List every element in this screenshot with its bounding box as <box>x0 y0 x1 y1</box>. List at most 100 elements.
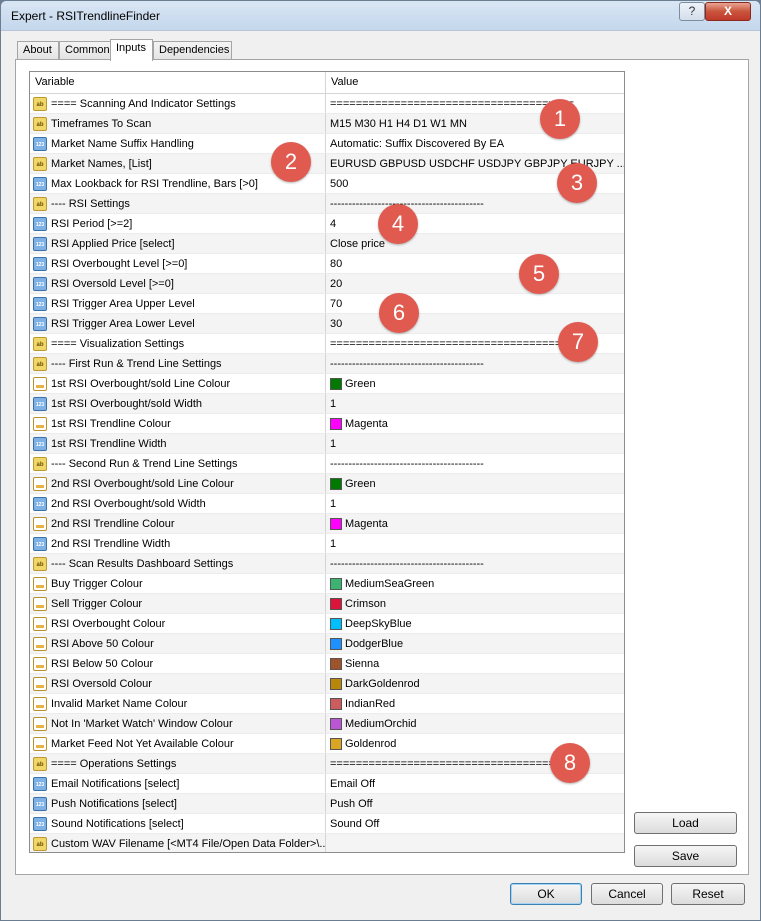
variable-cell[interactable]: Invalid Market Name Colour <box>30 694 326 713</box>
close-button[interactable]: X <box>705 2 751 21</box>
value-cell[interactable]: Crimson <box>326 594 624 613</box>
variable-cell[interactable]: 123 RSI Oversold Level [>=0] <box>30 274 326 293</box>
input-row[interactable]: 123 2nd RSI Trendline Width 1 <box>30 534 624 554</box>
variable-cell[interactable]: 123 1st RSI Trendline Width <box>30 434 326 453</box>
value-cell[interactable]: Sienna <box>326 654 624 673</box>
input-row[interactable]: 1st RSI Overbought/sold Line Colour Green <box>30 374 624 394</box>
value-cell[interactable]: Close price <box>326 234 624 253</box>
variable-cell[interactable]: 123 2nd RSI Overbought/sold Width <box>30 494 326 513</box>
value-cell[interactable]: DarkGoldenrod <box>326 674 624 693</box>
input-row[interactable]: 2nd RSI Overbought/sold Line Colour Green <box>30 474 624 494</box>
variable-cell[interactable]: ab ==== Scanning And Indicator Settings <box>30 94 326 113</box>
variable-cell[interactable]: 123 RSI Trigger Area Upper Level <box>30 294 326 313</box>
variable-cell[interactable]: 123 Sound Notifications [select] <box>30 814 326 833</box>
input-row[interactable]: 2nd RSI Trendline Colour Magenta <box>30 514 624 534</box>
variable-cell[interactable]: ab Custom WAV Filename [<MT4 File/Open Da… <box>30 834 326 852</box>
input-row[interactable]: RSI Below 50 Colour Sienna <box>30 654 624 674</box>
value-cell[interactable]: ----------------------------------------… <box>326 454 624 473</box>
reset-button[interactable]: Reset <box>671 883 745 905</box>
variable-cell[interactable]: 123 RSI Applied Price [select] <box>30 234 326 253</box>
value-cell[interactable]: ====================================== <box>326 94 624 113</box>
value-cell[interactable]: MediumOrchid <box>326 714 624 733</box>
variable-cell[interactable]: Sell Trigger Colour <box>30 594 326 613</box>
variable-cell[interactable]: RSI Below 50 Colour <box>30 654 326 673</box>
input-row[interactable]: Buy Trigger Colour MediumSeaGreen <box>30 574 624 594</box>
value-cell[interactable]: 1 <box>326 394 624 413</box>
variable-cell[interactable]: 123 1st RSI Overbought/sold Width <box>30 394 326 413</box>
variable-cell[interactable]: 2nd RSI Overbought/sold Line Colour <box>30 474 326 493</box>
variable-cell[interactable]: ab ---- Scan Results Dashboard Settings <box>30 554 326 573</box>
value-cell[interactable]: DeepSkyBlue <box>326 614 624 633</box>
tab-dependencies[interactable]: Dependencies <box>153 41 232 60</box>
input-row[interactable]: ab ---- Scan Results Dashboard Settings --… <box>30 554 624 574</box>
input-row[interactable]: 123 RSI Trigger Area Lower Level 30 <box>30 314 624 334</box>
input-row[interactable]: ab ---- First Run & Trend Line Settings --… <box>30 354 624 374</box>
variable-cell[interactable]: 1st RSI Trendline Colour <box>30 414 326 433</box>
variable-cell[interactable]: ab ---- First Run & Trend Line Settings <box>30 354 326 373</box>
variable-cell[interactable]: RSI Overbought Colour <box>30 614 326 633</box>
variable-cell[interactable]: 123 Push Notifications [select] <box>30 794 326 813</box>
input-row[interactable]: Not In 'Market Watch' Window Colour Mediu… <box>30 714 624 734</box>
input-row[interactable]: ab ---- RSI Settings ---------------------… <box>30 194 624 214</box>
value-cell[interactable]: Magenta <box>326 514 624 533</box>
input-row[interactable]: ab Market Names, [List] EURUSD GBPUSD USDC… <box>30 154 624 174</box>
input-row[interactable]: 123 Sound Notifications [select] Sound Off <box>30 814 624 834</box>
variable-cell[interactable]: RSI Oversold Colour <box>30 674 326 693</box>
input-row[interactable]: RSI Overbought Colour DeepSkyBlue <box>30 614 624 634</box>
value-cell[interactable]: Green <box>326 474 624 493</box>
input-row[interactable]: Sell Trigger Colour Crimson <box>30 594 624 614</box>
value-cell[interactable]: 4 <box>326 214 624 233</box>
input-row[interactable]: 123 Market Name Suffix Handling Automatic:… <box>30 134 624 154</box>
variable-cell[interactable]: ab ==== Operations Settings <box>30 754 326 773</box>
variable-cell[interactable]: ab ---- Second Run & Trend Line Settings <box>30 454 326 473</box>
input-row[interactable]: 123 Max Lookback for RSI Trendline, Bars … <box>30 174 624 194</box>
input-row[interactable]: RSI Above 50 Colour DodgerBlue <box>30 634 624 654</box>
value-cell[interactable]: Push Off <box>326 794 624 813</box>
variable-cell[interactable]: 1st RSI Overbought/sold Line Colour <box>30 374 326 393</box>
save-button[interactable]: Save <box>634 845 737 867</box>
value-cell[interactable]: Green <box>326 374 624 393</box>
value-cell[interactable]: MediumSeaGreen <box>326 574 624 593</box>
value-cell[interactable]: Sound Off <box>326 814 624 833</box>
variable-cell[interactable]: 123 RSI Overbought Level [>=0] <box>30 254 326 273</box>
value-cell[interactable]: DodgerBlue <box>326 634 624 653</box>
input-row[interactable]: ab ==== Scanning And Indicator Settings ==… <box>30 94 624 114</box>
variable-cell[interactable]: 2nd RSI Trendline Colour <box>30 514 326 533</box>
input-row[interactable]: RSI Oversold Colour DarkGoldenrod <box>30 674 624 694</box>
variable-cell[interactable]: ab Timeframes To Scan <box>30 114 326 133</box>
value-cell[interactable]: Automatic: Suffix Discovered By EA <box>326 134 624 153</box>
value-cell[interactable]: ----------------------------------------… <box>326 554 624 573</box>
input-row[interactable]: 1st RSI Trendline Colour Magenta <box>30 414 624 434</box>
value-cell[interactable]: 20 <box>326 274 624 293</box>
variable-cell[interactable]: 123 RSI Trigger Area Lower Level <box>30 314 326 333</box>
input-row[interactable]: 123 1st RSI Overbought/sold Width 1 <box>30 394 624 414</box>
value-cell[interactable]: 1 <box>326 434 624 453</box>
cancel-button[interactable]: Cancel <box>591 883 663 905</box>
help-button[interactable]: ? <box>679 2 705 21</box>
variable-cell[interactable]: RSI Above 50 Colour <box>30 634 326 653</box>
input-row[interactable]: 123 1st RSI Trendline Width 1 <box>30 434 624 454</box>
variable-cell[interactable]: 123 2nd RSI Trendline Width <box>30 534 326 553</box>
tab-about[interactable]: About <box>17 41 59 60</box>
input-row[interactable]: Invalid Market Name Colour IndianRed <box>30 694 624 714</box>
variable-cell[interactable]: Buy Trigger Colour <box>30 574 326 593</box>
variable-cell[interactable]: ab ==== Visualization Settings <box>30 334 326 353</box>
variable-cell[interactable]: ab ---- RSI Settings <box>30 194 326 213</box>
input-row[interactable]: 123 RSI Applied Price [select] Close price <box>30 234 624 254</box>
variable-cell[interactable]: Market Feed Not Yet Available Colour <box>30 734 326 753</box>
input-row[interactable]: 123 Email Notifications [select] Email Off <box>30 774 624 794</box>
value-cell[interactable] <box>326 834 624 852</box>
value-cell[interactable]: IndianRed <box>326 694 624 713</box>
tab-inputs[interactable]: Inputs <box>110 39 153 61</box>
column-header-value[interactable]: Value <box>326 72 624 93</box>
load-button[interactable]: Load <box>634 812 737 834</box>
variable-cell[interactable]: Not In 'Market Watch' Window Colour <box>30 714 326 733</box>
variable-cell[interactable]: 123 Email Notifications [select] <box>30 774 326 793</box>
input-row[interactable]: Market Feed Not Yet Available Colour Gold… <box>30 734 624 754</box>
ok-button[interactable]: OK <box>510 883 582 905</box>
input-row[interactable]: 123 RSI Trigger Area Upper Level 70 <box>30 294 624 314</box>
input-row[interactable]: 123 RSI Period [>=2] 4 <box>30 214 624 234</box>
variable-cell[interactable]: 123 RSI Period [>=2] <box>30 214 326 233</box>
tab-common[interactable]: Common <box>59 41 111 60</box>
input-row[interactable]: ab Custom WAV Filename [<MT4 File/Open Da… <box>30 834 624 852</box>
